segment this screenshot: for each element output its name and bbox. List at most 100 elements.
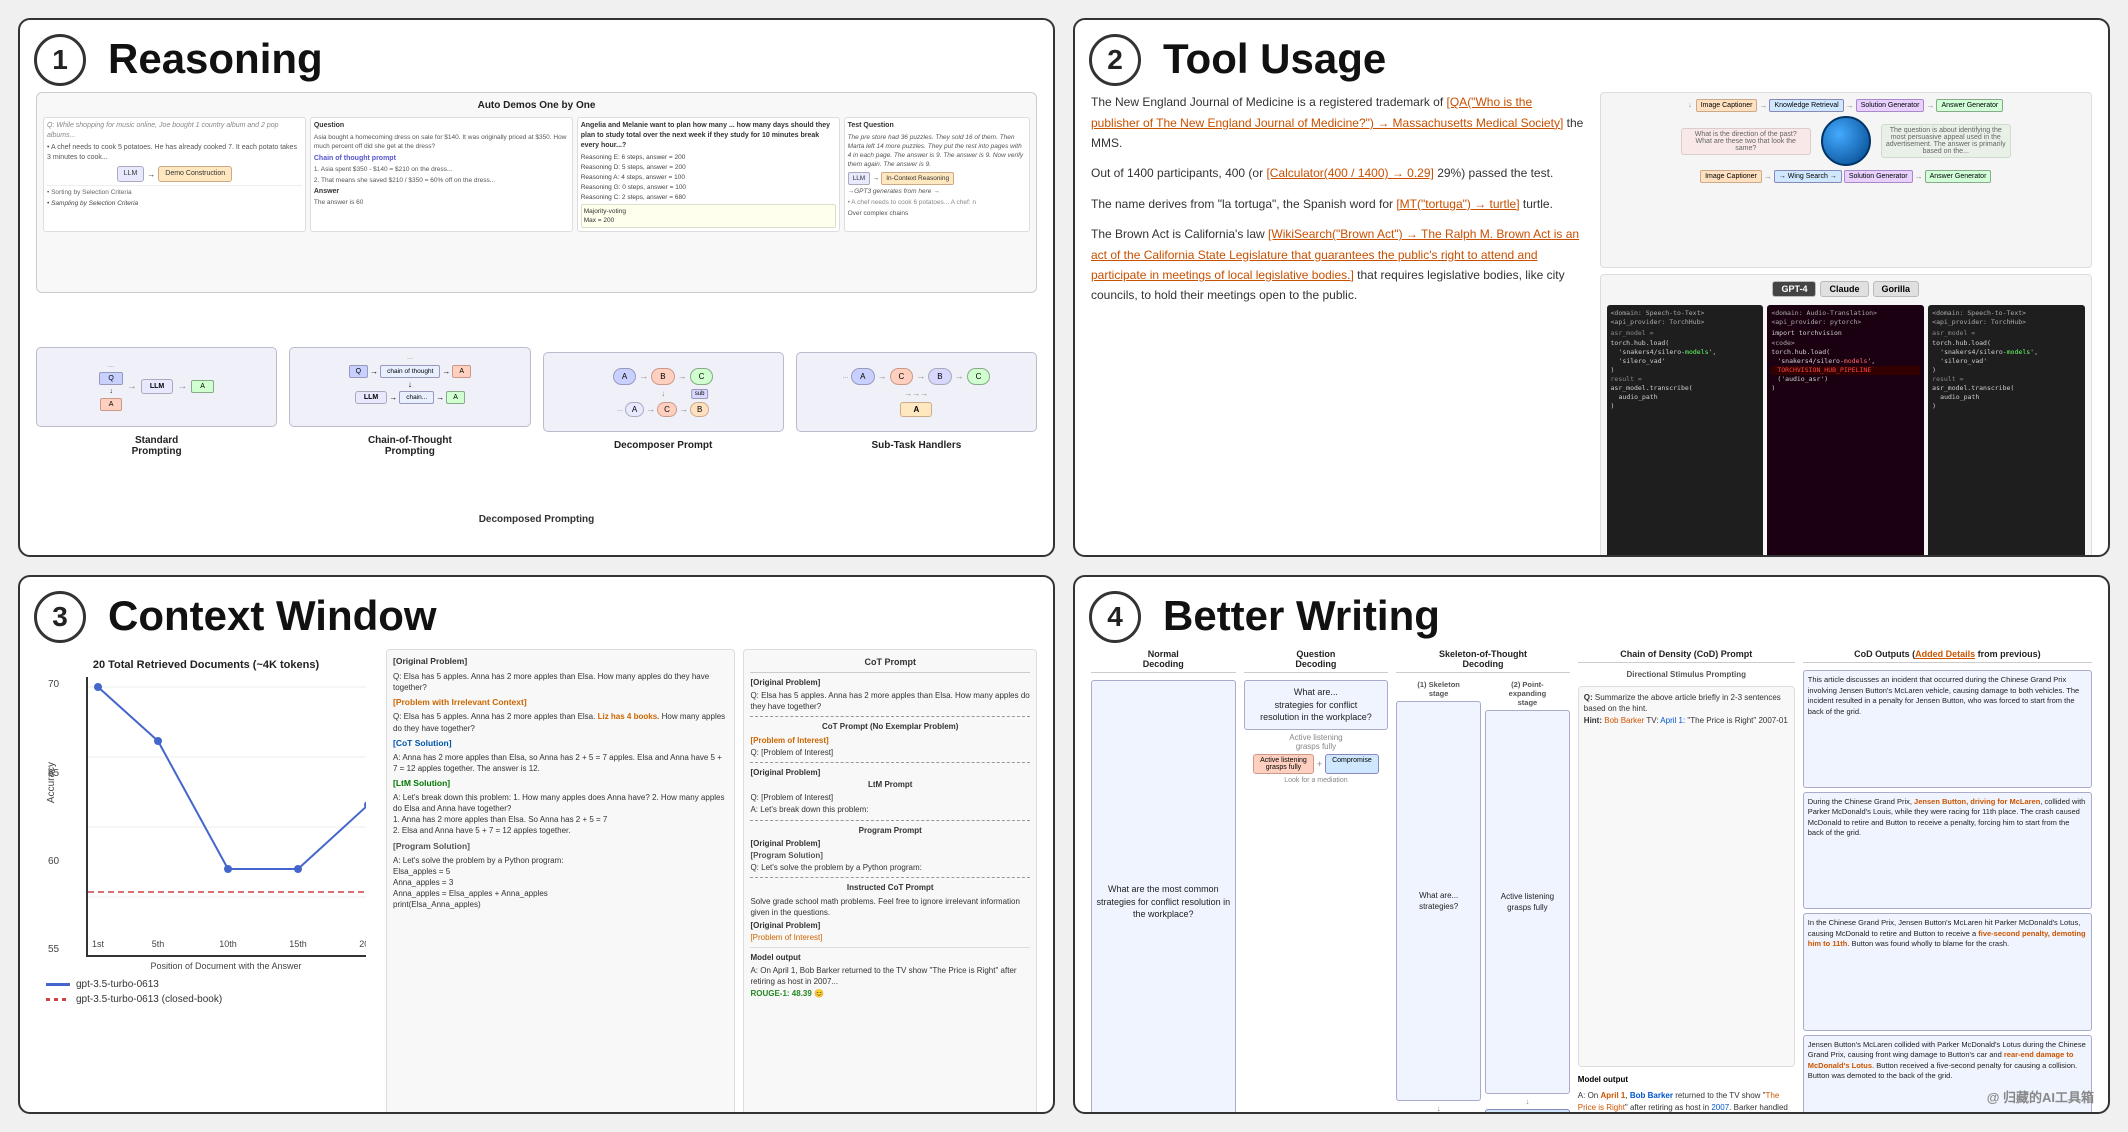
- tool-calc-highlight: [Calculator(400 / 1400) → 0.29]: [1266, 166, 1433, 180]
- skeleton-decoding-title: Skeleton-of-Thought Decoding: [1396, 649, 1570, 673]
- model-gpt4: GPT-4: [1772, 281, 1816, 297]
- legend-item-1: gpt-3.5-turbo-0613: [46, 979, 366, 990]
- model-output-label: Model output: [1578, 1075, 1795, 1084]
- y-tick-60: 60: [48, 856, 59, 867]
- section-cod-prompt: Chain of Density (CoD) Prompt Directiona…: [1578, 649, 1795, 1114]
- reasoning-content: Auto Demos One by One Q: While shopping …: [36, 92, 1037, 525]
- expand-arrow: ↓: [1525, 1097, 1529, 1106]
- section-cod-outputs: CoD Outputs (Added Details from previous…: [1803, 649, 2092, 1114]
- card-title-4: Better Writing: [1163, 593, 2092, 639]
- tool-text-left: The New England Journal of Medicine is a…: [1091, 92, 1592, 557]
- chart-dot-5: [154, 737, 162, 745]
- card-number-3: 3: [34, 591, 86, 643]
- cod-prompt-title: Chain of Density (CoD) Prompt: [1578, 649, 1795, 663]
- pipeline-image-captioner: Image Captioner: [1696, 99, 1758, 112]
- context-content: 20 Total Retrieved Documents (~4K tokens…: [36, 649, 1037, 1114]
- directional-text: Q: Summarize the above article briefly i…: [1584, 692, 1789, 726]
- chart-dot-10: [224, 865, 232, 873]
- reasoning-diagrams: ... Q ↓ A → LLM → A StandardPrompting: [36, 301, 1037, 502]
- svg-text:20th: 20th: [359, 939, 366, 949]
- standard-prompting-label: StandardPrompting: [132, 435, 182, 457]
- pipeline-answer: Answer Generator: [1936, 99, 2003, 112]
- svg-text:15th: 15th: [289, 939, 307, 949]
- cod-outputs-title: CoD Outputs (Added Details from previous…: [1803, 649, 2092, 663]
- model-claude: Claude: [1820, 281, 1868, 297]
- question-box-top: What are...strategies for conflictresolu…: [1244, 680, 1389, 730]
- pipeline-solution: Solution Generator: [1856, 99, 1925, 112]
- y-tick-70: 70: [48, 679, 59, 690]
- context-right-panel: CoT Prompt [Original Problem] Q: Elsa ha…: [743, 649, 1037, 1114]
- pipeline-image-captioner-2: Image Captioner: [1700, 170, 1762, 183]
- tool-diagrams-right: ↓ Image Captioner → Knowledge Retrieval …: [1600, 92, 2093, 557]
- writing-content: Normal Decoding What are the most common…: [1091, 649, 2092, 1114]
- card-context-window: 3 Context Window 20 Total Retrieved Docu…: [18, 575, 1055, 1114]
- globe-icon: [1821, 116, 1871, 166]
- legend-item-2: gpt-3.5-turbo-0613 (closed-book): [46, 994, 366, 1005]
- reasoning-top: Auto Demos One by One Q: While shopping …: [36, 92, 1037, 293]
- compromise-box: Compromise: [1325, 754, 1379, 774]
- legend-line-1: [46, 983, 70, 986]
- context-left-panel: [Original Problem] Q: Elsa has 5 apples.…: [386, 649, 735, 1114]
- card-title-2: Tool Usage: [1163, 36, 2092, 82]
- normal-decoding-box: What are the most common strategies for …: [1091, 680, 1236, 1114]
- y-tick-55: 55: [48, 944, 59, 955]
- pipeline-knowledge-2: → Wing Search →: [1774, 170, 1842, 183]
- svg-text:5th: 5th: [152, 939, 165, 949]
- skeleton-arrow: ↓: [1437, 1104, 1441, 1113]
- skeleton-question-box: What are...strategies?: [1396, 701, 1481, 1101]
- subtask-label: Sub-Task Handlers: [871, 440, 961, 451]
- cot-prompting-label: Chain-of-ThoughtPrompting: [368, 435, 452, 457]
- decomposer-diagram: A → B → C ↓ ... A → C: [543, 352, 784, 451]
- point-expand-box: Active listeninggrasps fully: [1485, 710, 1570, 1094]
- watermark: @ 归藏的AI工具箱: [1987, 1087, 2094, 1106]
- card-number-1: 1: [34, 34, 86, 86]
- legend-label-2: gpt-3.5-turbo-0613 (closed-book): [76, 994, 222, 1005]
- context-chart-area: 20 Total Retrieved Documents (~4K tokens…: [36, 649, 376, 1114]
- pipeline-solution-2: Solution Generator: [1844, 170, 1913, 183]
- reasoning-examples-panel: Auto Demos One by One Q: While shopping …: [36, 92, 1037, 293]
- cod-output-1: This article discusses an incident that …: [1803, 670, 2092, 788]
- tool-pipeline-diagram: ↓ Image Captioner → Knowledge Retrieval …: [1600, 92, 2093, 268]
- cot-prompting-diagram: ... Q → chain of thought → A ↓ LLM: [289, 347, 530, 457]
- code-gorilla: <domain: Speech-to-Text> <api_provider: …: [1928, 305, 2085, 557]
- y-axis-label: Accuracy: [46, 762, 57, 803]
- look-mediation-label: Look for a mediation: [1244, 777, 1389, 784]
- decomposed-label: Decomposed Prompting: [36, 514, 1037, 525]
- subtask-diagram: ... A → C → B → C →→→ A: [796, 352, 1037, 451]
- directional-label: Directional Stimulus Prompting: [1578, 670, 1795, 679]
- chart-title: 20 Total Retrieved Documents (~4K tokens…: [46, 659, 366, 671]
- tool-pipeline-flow-2: Image Captioner → → Wing Search → Soluti…: [1700, 170, 1991, 183]
- chart-dot-15: [294, 865, 302, 873]
- legend-line-2: [46, 998, 70, 1001]
- tool-pipeline-flow: ↓ Image Captioner → Knowledge Retrieval …: [1607, 99, 2086, 112]
- svg-text:1st: 1st: [92, 939, 105, 949]
- card-tool-usage: 2 Tool Usage The New England Journal of …: [1073, 18, 2110, 557]
- model-gorilla: Gorilla: [1873, 281, 1920, 297]
- tool-qa-highlight: [QA("Who is the publisher of The New Eng…: [1091, 95, 1563, 129]
- chart-dot-1: [94, 683, 102, 691]
- card-title-1: Reasoning: [108, 36, 1037, 82]
- card-number-2: 2: [1089, 34, 1141, 86]
- card-better-writing: 4 Better Writing Normal Decoding What ar…: [1073, 575, 2110, 1114]
- tool-model-tabs: GPT-4 Claude Gorilla: [1607, 281, 2086, 297]
- decomposer-label: Decomposer Prompt: [614, 440, 712, 451]
- tool-model-comparison: GPT-4 Claude Gorilla <domain: Speech-to-…: [1600, 274, 2093, 557]
- x-axis-label: Position of Document with the Answer: [86, 961, 366, 971]
- legend-label-1: gpt-3.5-turbo-0613: [76, 979, 159, 990]
- tool-wiki-highlight: [WikiSearch("Brown Act") → The Ralph M. …: [1091, 227, 1579, 282]
- cod-output-2: During the Chinese Grand Prix, Jensen Bu…: [1803, 792, 2092, 910]
- code-claude: <domain: Audio-Translation> <api_provide…: [1767, 305, 1924, 557]
- section-normal-decoding: Normal Decoding What are the most common…: [1091, 649, 1236, 1114]
- tool-mt-highlight: [MT("tortuga") → turtle]: [1396, 197, 1519, 211]
- main-grid: 1 Reasoning Auto Demos One by One Q: Whi…: [0, 0, 2128, 1132]
- plus-icon: +: [1317, 759, 1322, 769]
- question-decoding-title: Question Decoding: [1244, 649, 1389, 673]
- normal-decoding-title: Normal Decoding: [1091, 649, 1236, 673]
- active-listening-label: Active listeninggrasps fully: [1244, 733, 1389, 751]
- skeleton-stage-1: (1) Skeletonstage: [1417, 680, 1460, 698]
- skeleton-stage-2: (2) Point-expandingstage: [1509, 680, 1547, 707]
- tool-content: The New England Journal of Medicine is a…: [1091, 92, 2092, 557]
- model-output-text: A: On April 1, Bob Barker returned to th…: [1578, 1090, 1795, 1114]
- pipeline-knowledge: Knowledge Retrieval: [1769, 99, 1843, 112]
- standard-prompting-diagram: ... Q ↓ A → LLM → A StandardPrompting: [36, 347, 277, 457]
